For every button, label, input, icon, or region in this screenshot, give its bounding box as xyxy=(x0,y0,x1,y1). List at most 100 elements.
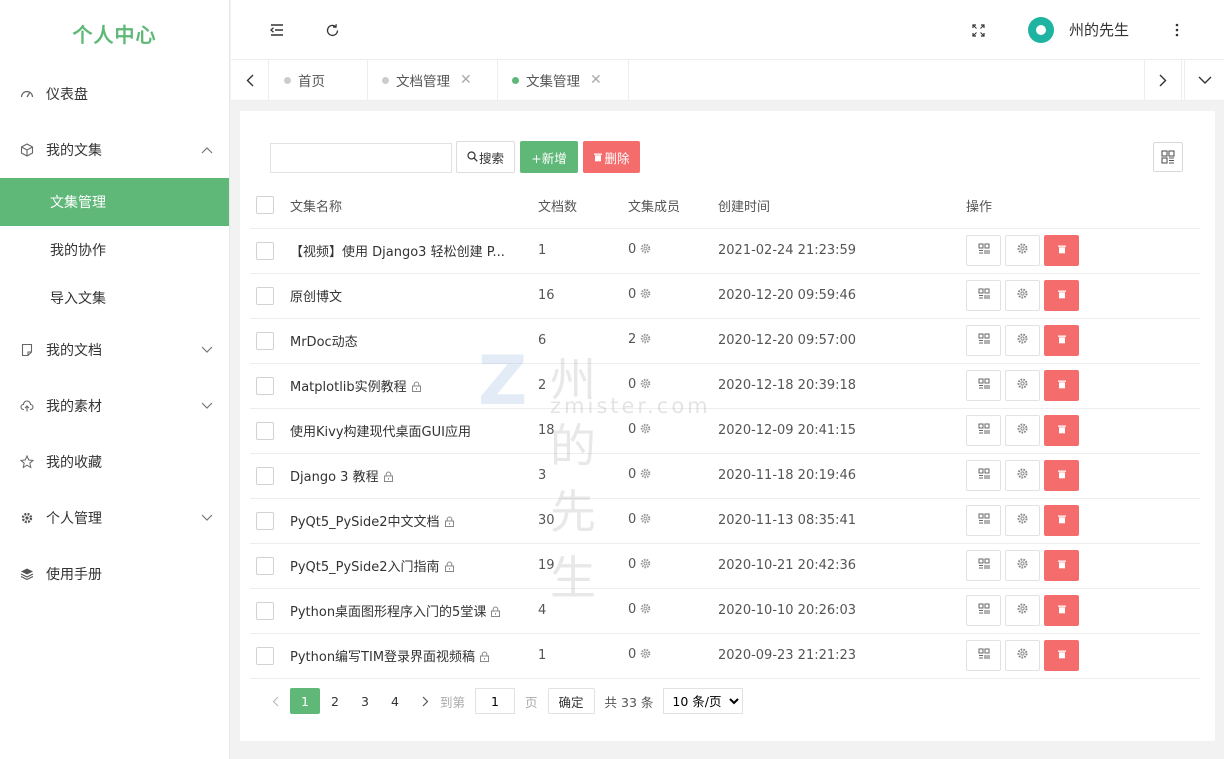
sort-docs-button[interactable] xyxy=(966,595,1001,626)
sort-docs-button[interactable] xyxy=(966,550,1001,581)
tab-scroll-right-icon[interactable] xyxy=(1144,60,1182,100)
page-3[interactable]: 3 xyxy=(350,688,380,714)
settings-button[interactable] xyxy=(1005,235,1040,266)
delete-row-button[interactable] xyxy=(1044,415,1079,446)
collection-name-cell[interactable]: 【视频】使用 Django3 轻松创建 P... xyxy=(290,228,538,274)
delete-row-button[interactable] xyxy=(1044,370,1079,401)
add-button[interactable]: +新增 xyxy=(520,141,578,173)
collection-name-cell[interactable]: MrDoc动态 xyxy=(290,318,538,364)
column-filter-icon[interactable] xyxy=(1153,142,1183,172)
row-checkbox[interactable] xyxy=(256,601,274,620)
sidebar-item-my-favorites[interactable]: 我的收藏 xyxy=(0,434,229,490)
sort-docs-button[interactable] xyxy=(966,235,1001,266)
row-checkbox[interactable] xyxy=(256,286,274,305)
collection-name-cell[interactable]: 使用Kivy构建现代桌面GUI应用 xyxy=(290,408,538,454)
delete-row-button[interactable] xyxy=(1044,640,1079,671)
sidebar-item-collection-manage[interactable]: 文集管理 xyxy=(0,178,229,226)
delete-row-button[interactable] xyxy=(1044,280,1079,311)
member-settings-icon[interactable] xyxy=(639,557,652,574)
collection-name-cell[interactable]: PyQt5_PySide2中文文档 xyxy=(290,498,538,544)
tab-close-icon[interactable]: ✕ xyxy=(590,72,602,88)
sidebar-item-my-collections[interactable]: 我的文集 xyxy=(0,122,229,178)
row-checkbox[interactable] xyxy=(256,556,274,575)
settings-button[interactable] xyxy=(1005,415,1040,446)
row-checkbox[interactable] xyxy=(256,241,274,260)
collection-name[interactable]: 原创博文 xyxy=(290,290,342,305)
sidebar-item-dashboard[interactable]: 仪表盘 xyxy=(0,66,229,122)
collection-name[interactable]: 【视频】使用 Django3 轻松创建 P... xyxy=(290,245,505,260)
sort-docs-button[interactable] xyxy=(966,415,1001,446)
next-page-icon[interactable] xyxy=(410,688,440,714)
settings-button[interactable] xyxy=(1005,280,1040,311)
collection-name[interactable]: 使用Kivy构建现代桌面GUI应用 xyxy=(290,425,471,440)
sort-docs-button[interactable] xyxy=(966,505,1001,536)
settings-button[interactable] xyxy=(1005,370,1040,401)
delete-row-button[interactable] xyxy=(1044,235,1079,266)
page-2[interactable]: 2 xyxy=(320,688,350,714)
member-settings-icon[interactable] xyxy=(639,467,652,484)
sort-docs-button[interactable] xyxy=(966,325,1001,356)
row-checkbox[interactable] xyxy=(256,331,274,350)
delete-row-button[interactable] xyxy=(1044,505,1079,536)
delete-button[interactable]: 删除 xyxy=(583,141,640,173)
collapse-menu-icon[interactable] xyxy=(265,18,289,42)
user-name[interactable]: 州的先生 xyxy=(1069,19,1129,40)
sidebar-item-my-collab[interactable]: 我的协作 xyxy=(0,226,229,274)
collection-name-cell[interactable]: Django 3 教程 xyxy=(290,453,538,499)
member-settings-icon[interactable] xyxy=(639,242,652,259)
row-checkbox[interactable] xyxy=(256,646,274,665)
fullscreen-icon[interactable] xyxy=(966,18,990,42)
sort-docs-button[interactable] xyxy=(966,370,1001,401)
row-checkbox[interactable] xyxy=(256,466,274,485)
tab-close-icon[interactable]: ✕ xyxy=(460,72,472,88)
collection-name[interactable]: PyQt5_PySide2入门指南 xyxy=(290,560,440,575)
avatar[interactable] xyxy=(1028,17,1054,43)
collection-name[interactable]: MrDoc动态 xyxy=(290,335,358,350)
tab-collection-manage[interactable]: 文集管理 ✕ xyxy=(498,60,629,100)
sort-docs-button[interactable] xyxy=(966,280,1001,311)
delete-row-button[interactable] xyxy=(1044,460,1079,491)
settings-button[interactable] xyxy=(1005,325,1040,356)
tab-scroll-left-icon[interactable] xyxy=(231,60,269,100)
settings-button[interactable] xyxy=(1005,505,1040,536)
row-checkbox[interactable] xyxy=(256,421,274,440)
page-size-select[interactable]: 10 条/页 xyxy=(663,688,744,714)
member-settings-icon[interactable] xyxy=(639,332,652,349)
page-1[interactable]: 1 xyxy=(290,688,320,714)
sort-docs-button[interactable] xyxy=(966,640,1001,671)
sidebar-item-personal-manage[interactable]: 个人管理 xyxy=(0,490,229,546)
tab-doc-manage[interactable]: 文档管理 ✕ xyxy=(368,60,498,100)
member-settings-icon[interactable] xyxy=(639,377,652,394)
more-vertical-icon[interactable] xyxy=(1165,18,1189,42)
row-checkbox[interactable] xyxy=(256,511,274,530)
tab-menu-chevron-icon[interactable] xyxy=(1184,60,1224,100)
sidebar-item-my-docs[interactable]: 我的文档 xyxy=(0,322,229,378)
collection-name[interactable]: Python桌面图形程序入门的5堂课 xyxy=(290,605,486,620)
collection-name-cell[interactable]: 原创博文 xyxy=(290,273,538,319)
delete-row-button[interactable] xyxy=(1044,550,1079,581)
goto-confirm-button[interactable]: 确定 xyxy=(547,688,595,714)
search-button[interactable]: 搜索 xyxy=(456,141,515,173)
page-4[interactable]: 4 xyxy=(380,688,410,714)
settings-button[interactable] xyxy=(1005,595,1040,626)
member-settings-icon[interactable] xyxy=(639,602,652,619)
sidebar-item-my-materials[interactable]: 我的素材 xyxy=(0,378,229,434)
collection-name[interactable]: Django 3 教程 xyxy=(290,470,379,485)
member-settings-icon[interactable] xyxy=(639,287,652,304)
search-input[interactable] xyxy=(270,143,452,173)
row-checkbox[interactable] xyxy=(256,376,274,395)
delete-row-button[interactable] xyxy=(1044,325,1079,356)
member-settings-icon[interactable] xyxy=(639,422,652,439)
goto-page-input[interactable] xyxy=(475,688,516,714)
delete-row-button[interactable] xyxy=(1044,595,1079,626)
select-all-checkbox[interactable] xyxy=(256,196,274,215)
settings-button[interactable] xyxy=(1005,460,1040,491)
collection-name-cell[interactable]: Python桌面图形程序入门的5堂课 xyxy=(290,588,538,634)
collection-name[interactable]: PyQt5_PySide2中文文档 xyxy=(290,515,440,530)
sidebar-item-manual[interactable]: 使用手册 xyxy=(0,546,229,602)
collection-name[interactable]: Matplotlib实例教程 xyxy=(290,380,407,395)
collection-name[interactable]: Python编写TIM登录界面视频稿 xyxy=(290,650,475,665)
sidebar-item-import-collection[interactable]: 导入文集 xyxy=(0,274,229,322)
collection-name-cell[interactable]: PyQt5_PySide2入门指南 xyxy=(290,543,538,589)
sort-docs-button[interactable] xyxy=(966,460,1001,491)
